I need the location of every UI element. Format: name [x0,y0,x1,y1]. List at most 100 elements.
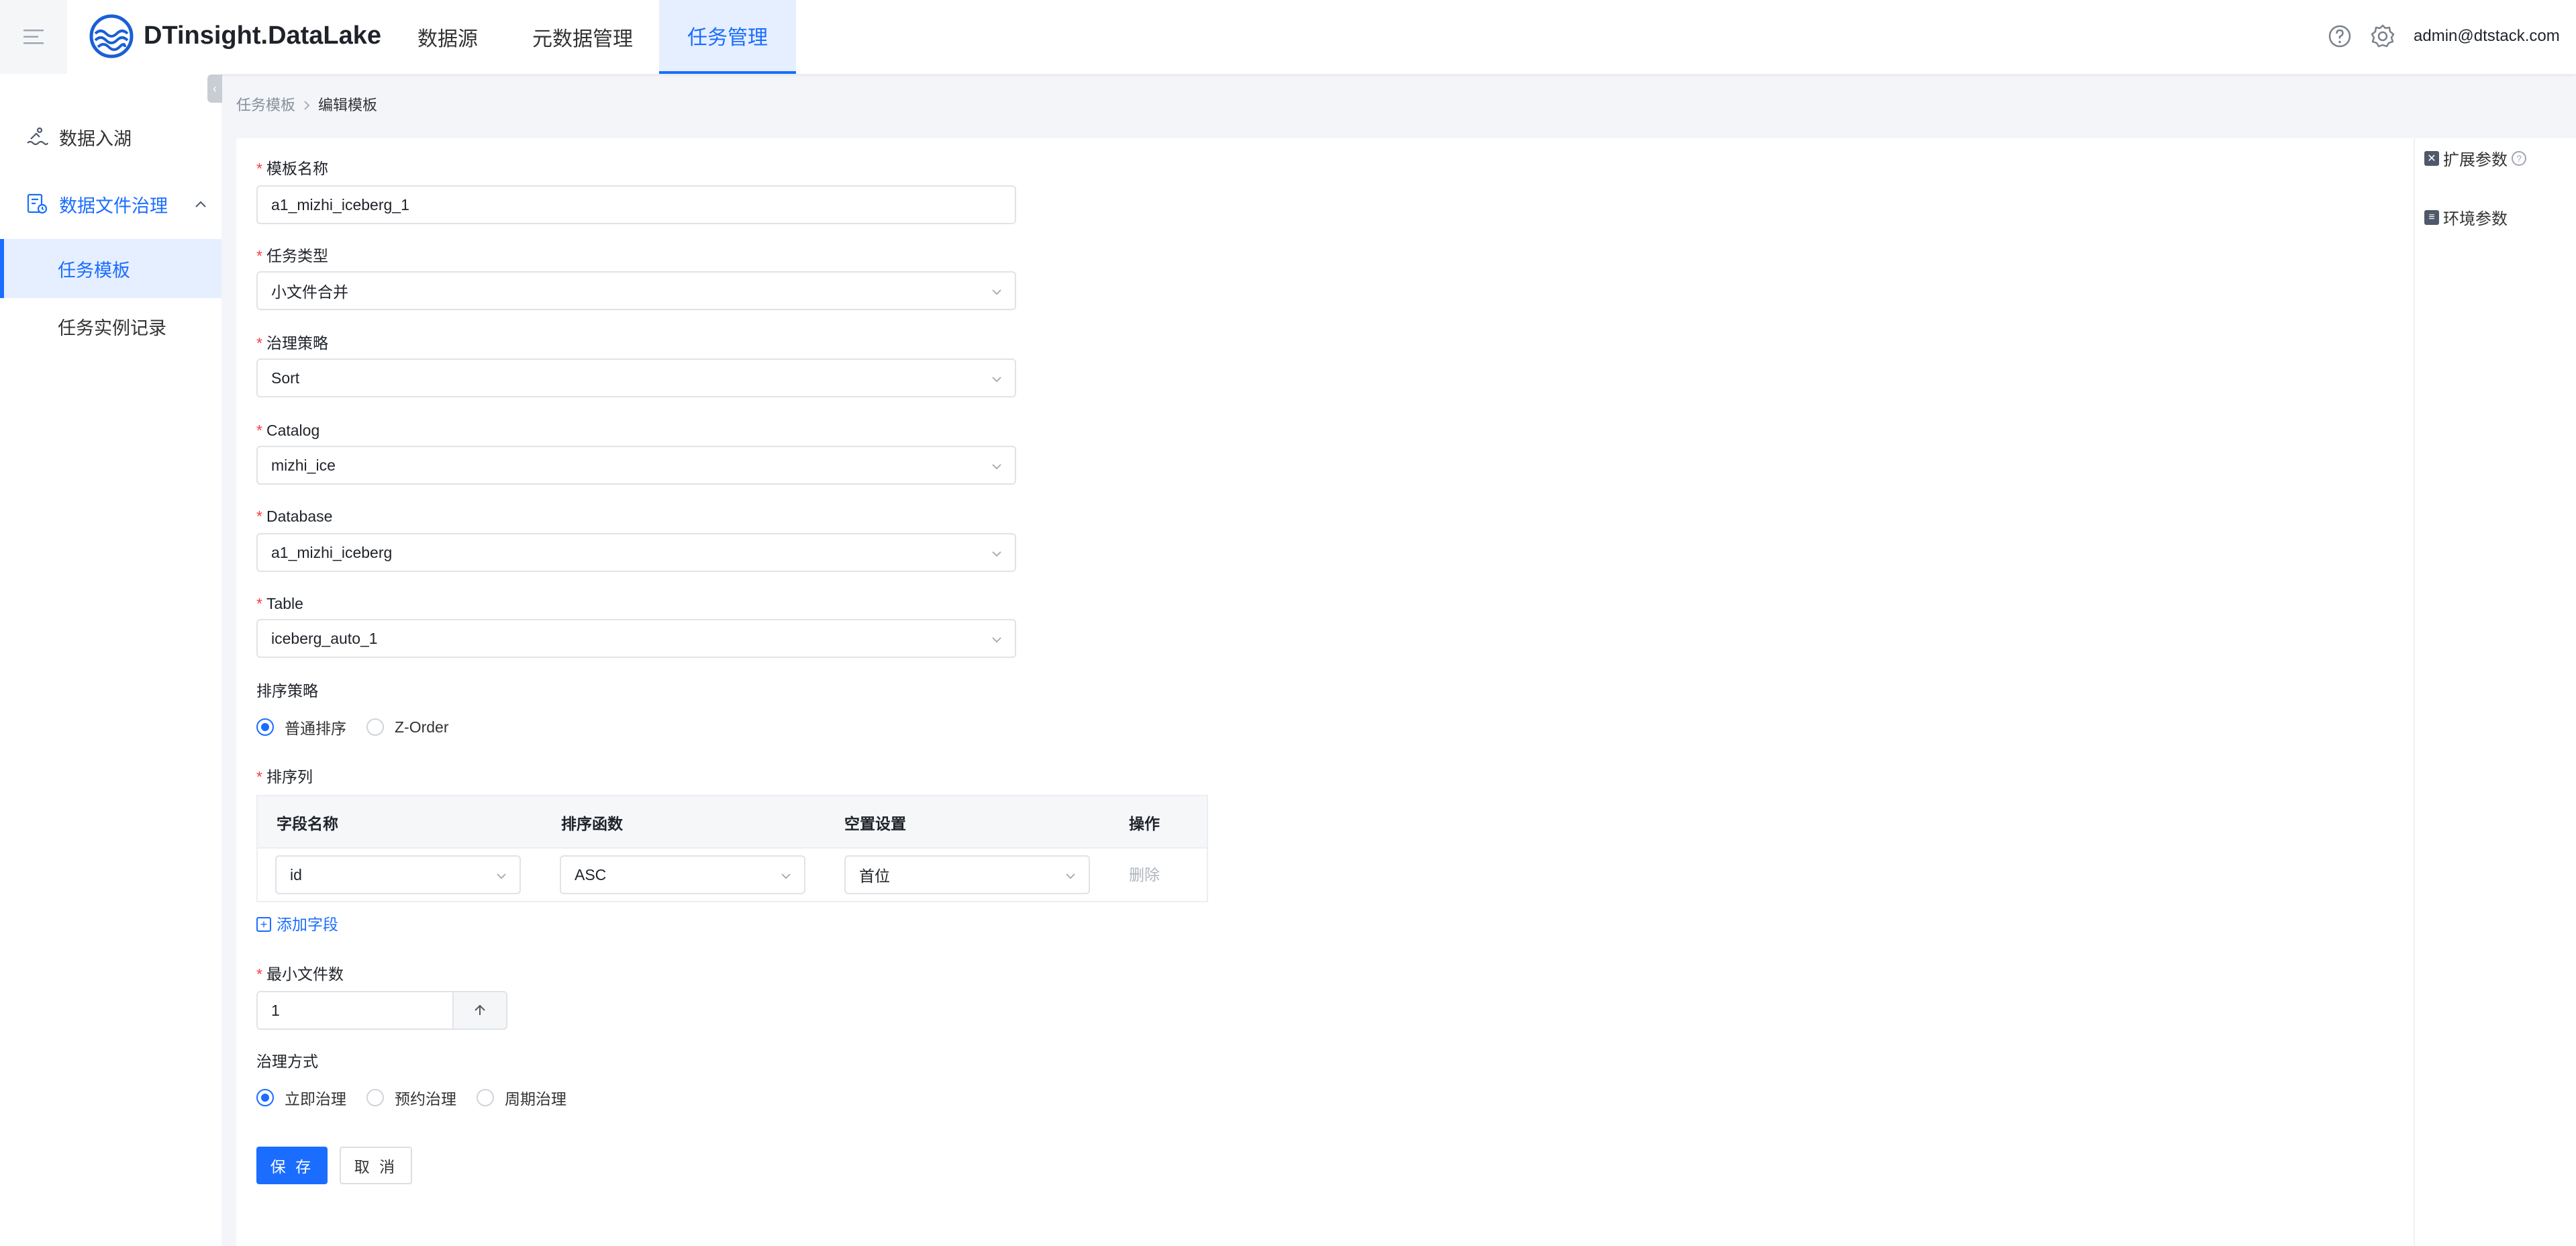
min-files-input[interactable]: 1 [256,991,454,1030]
menu-toggle-button[interactable] [0,0,67,74]
radio-label: 立即治理 [285,1090,346,1108]
select-value: ASC [575,865,607,883]
brand-title: DTinsight.DataLake [144,21,382,50]
nav-datasource[interactable]: 数据源 [399,0,497,74]
radio-button[interactable] [256,718,274,736]
chevron-down-icon [992,289,1001,295]
chevron-down-icon [992,551,1001,557]
select-value: 小文件合并 [271,283,348,301]
label-text: 治理策略 [266,334,328,352]
select-value: a1_mizhi_iceberg [271,543,393,561]
top-header [0,0,2576,74]
select-value: 首位 [859,867,890,885]
task-type-select[interactable]: 小文件合并 [256,271,1016,310]
select-value: mizhi_ice [271,456,336,474]
chevron-up-icon [195,201,206,207]
radio-label: 普通排序 [285,720,346,737]
radio-label: Z-Order [395,718,449,736]
ext-params-tab[interactable]: ✕ 扩展参数 ? [2424,146,2526,170]
radio-button[interactable] [256,1089,274,1106]
chevron-down-icon [992,377,1001,383]
radio-button[interactable] [477,1089,494,1106]
chevron-down-icon [992,464,1001,470]
radio-button[interactable] [366,718,384,736]
breadcrumb-parent[interactable]: 任务模板 [236,95,295,115]
sidebar-item-task-template[interactable]: 任务模板 [0,239,221,298]
nav-task-management[interactable]: 任务管理 [659,0,796,74]
radio-periodic[interactable]: 周期治理 [477,1086,566,1109]
breadcrumb: 任务模板 编辑模板 [236,95,377,115]
cancel-button[interactable]: 取 消 [340,1147,412,1184]
strategy-label: * 治理策略 [256,334,328,352]
template-name-label: * 模板名称 [256,160,328,177]
select-value: Sort [271,369,300,387]
settings-gear-icon[interactable] [2369,23,2396,50]
catalog-select[interactable]: mizhi_ice [256,446,1016,485]
col-header-action: 操作 [1129,815,1160,832]
table-select[interactable]: iceberg_auto_1 [256,619,1016,658]
input-value: a1_mizhi_iceberg_1 [271,195,409,213]
plus-square-icon: + [256,917,271,932]
env-params-tab[interactable]: ≡ 环境参数 [2424,205,2508,229]
catalog-label: * Catalog [256,422,320,439]
chevron-down-icon [1066,873,1075,879]
col-header-nulls: 空置设置 [844,815,906,832]
right-panel [2414,138,2576,1246]
env-params-label: 环境参数 [2443,210,2508,228]
label-text: 最小文件数 [266,965,344,983]
mode-label: 治理方式 [256,1053,318,1070]
nav-metadata[interactable]: 元数据管理 [515,0,650,74]
sort-columns-label: * 排序列 [256,768,313,785]
radio-scheduled[interactable]: 预约治理 [366,1086,456,1109]
label-text: 模板名称 [266,160,328,177]
radio-normal-sort[interactable]: 普通排序 [256,716,346,738]
label-text: 任务类型 [266,247,328,265]
breadcrumb-current: 编辑模板 [318,97,378,113]
help-icon[interactable] [2326,23,2353,50]
save-button[interactable]: 保 存 [256,1147,328,1184]
radio-immediate[interactable]: 立即治理 [256,1086,346,1109]
radio-zorder[interactable]: Z-Order [366,718,449,736]
env-params-icon: ≡ [2424,209,2439,225]
template-name-input[interactable]: a1_mizhi_iceberg_1 [256,185,1016,224]
database-select[interactable]: a1_mizhi_iceberg [256,533,1016,572]
datalake-logo-icon [89,14,134,58]
chevron-down-icon [781,873,791,879]
swim-icon [27,127,48,146]
user-account[interactable]: admin@dtstack.com [2414,24,2560,48]
select-value: iceberg_auto_1 [271,629,378,647]
nulls-select[interactable]: 首位 [844,855,1090,894]
min-files-label: * 最小文件数 [256,965,344,983]
input-value: 1 [271,1001,280,1019]
sidebar-item-task-instances[interactable]: 任务实例记录 [0,297,221,356]
col-header-field: 字段名称 [277,815,338,832]
chevron-down-icon [497,873,506,879]
mode-radio-group: 立即治理 预约治理 周期治理 [256,1086,587,1109]
sidebar-item-data-ingest[interactable]: 数据入湖 [0,107,221,166]
database-label: * Database [256,508,333,525]
label-text: 排序列 [266,768,313,785]
ext-params-label: 扩展参数 [2443,151,2508,169]
select-value: id [290,865,302,883]
ext-params-icon: ✕ [2424,150,2439,166]
sort-strategy-label: 排序策略 [256,682,318,700]
radio-label: 预约治理 [395,1090,456,1108]
task-type-label: * 任务类型 [256,247,328,265]
chevron-left-icon: ‹ [213,81,217,95]
add-field-label: 添加字段 [277,916,338,933]
radio-label: 周期治理 [505,1090,566,1108]
arrow-up-icon [475,1004,485,1015]
sidebar-item-file-governance[interactable]: 数据文件治理 [0,175,221,234]
delete-row-button[interactable]: 删除 [1129,865,1160,885]
sidebar-collapse-button[interactable]: ‹ [207,75,222,103]
sort-func-select[interactable]: ASC [560,855,805,894]
label-text: Table [266,595,303,612]
question-icon[interactable]: ? [2512,150,2526,166]
field-name-select[interactable]: id [275,855,521,894]
add-field-button[interactable]: + 添加字段 [256,914,338,934]
increment-button[interactable] [452,991,507,1030]
table-header [258,796,1207,849]
radio-button[interactable] [366,1089,384,1106]
sidebar-item-label: 数据入湖 [59,128,132,149]
strategy-select[interactable]: Sort [256,358,1016,397]
